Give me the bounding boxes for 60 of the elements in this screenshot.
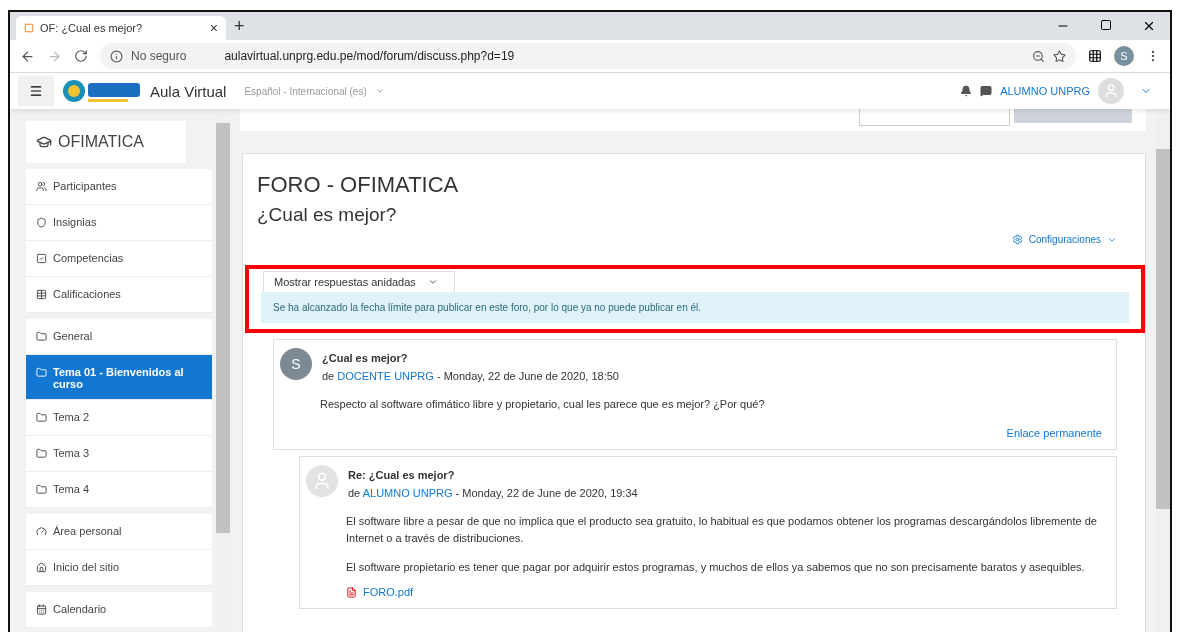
user-menu[interactable]: ALUMNO UNPRG (1000, 85, 1090, 97)
post-byline: de ALUMNO UNPRG - Monday, 22 de June de 2020, 19:34 (348, 487, 638, 500)
post-subject: ¿Cual es mejor? (322, 352, 408, 364)
settings-menu[interactable]: Configuraciones (1011, 234, 1117, 245)
tab-close-button[interactable]: × (209, 20, 218, 36)
reload-icon[interactable] (74, 49, 88, 63)
users-icon (36, 181, 47, 192)
menu-icon[interactable] (29, 84, 43, 98)
close-icon[interactable] (1142, 19, 1156, 33)
back-icon[interactable] (20, 48, 35, 64)
info-icon (110, 49, 123, 63)
user-icon (1103, 83, 1119, 99)
folder-icon (36, 484, 47, 495)
browser-tab[interactable]: OF: ¿Cual es mejor? × (16, 16, 226, 40)
sidebar-item[interactable]: Tema 01 - Bienvenidos al curso (26, 355, 212, 400)
post-text: El software libre a pesar de que no implica que el producto sea gratuito, lo habitual es que podamos obtener los programas descargándolos libremente de Internet o a través de distribuciones. (346, 514, 1098, 547)
checkbox-icon (36, 253, 47, 264)
attachment-link[interactable]: FORO.pdf (363, 586, 414, 599)
site-title: Aula Virtual (150, 82, 227, 100)
post-byline: de DOCENTE UNPRG - Monday, 22 de June de 2020, 18:50 (322, 370, 619, 382)
caret-icon (427, 277, 438, 287)
zoom-icon[interactable] (1032, 49, 1045, 63)
search-field[interactable] (859, 109, 1010, 126)
security-label: No seguro (131, 49, 187, 63)
shield-icon (36, 217, 47, 228)
user-icon (312, 471, 332, 492)
extension-icon[interactable] (1088, 49, 1102, 63)
favicon-icon (24, 23, 34, 33)
permalink[interactable]: Enlace permanente (1006, 427, 1102, 440)
calendar-icon (36, 604, 47, 615)
menu-button[interactable] (18, 76, 54, 106)
new-tab-button[interactable]: + (234, 15, 245, 37)
folder-icon (36, 367, 47, 378)
settings-icon (1011, 234, 1023, 245)
deadline-notice: Se ha alcanzado la fecha límite para publicar en este foro, por lo que ya no puede publicar en él. (261, 292, 1129, 323)
bookmark-star-icon[interactable] (1053, 49, 1066, 63)
forum-heading: FORO - OFIMATICA (257, 172, 460, 198)
restore-icon[interactable] (1100, 19, 1112, 31)
address-bar[interactable]: No seguro aulavirtual.unprg.edu.pe/mod/forum/discuss.php?d=19 (100, 43, 1076, 69)
url-text: aulavirtual.unprg.edu.pe/mod/forum/discuss.php?d=19 (224, 49, 515, 63)
gauge-icon (36, 526, 47, 537)
logo-icon (62, 78, 142, 104)
messages-icon[interactable] (980, 85, 993, 97)
folder-icon (36, 412, 47, 423)
post-text: El software propietario es tener que pagar por adquirir estos programas, y muchos de ellos ya sabemos que no son precisamente baratos y asequibles. (346, 560, 1086, 576)
graduation-cap-icon (36, 134, 52, 150)
author-link[interactable]: ALUMNO UNPRG (362, 487, 453, 500)
author-avatar: S (280, 348, 312, 380)
caret-icon (374, 86, 385, 96)
pdf-icon (346, 586, 357, 598)
author-link[interactable]: DOCENTE UNPRG (337, 370, 434, 382)
table-icon (36, 289, 47, 300)
post-subject: Re: ¿Cual es mejor? (348, 469, 455, 482)
post-text: Respecto al software ofimático libre y propietario, cual les parece que es mejor? ¿Por qué? (320, 397, 766, 412)
discussion-title: ¿Cual es mejor? (257, 204, 398, 226)
notification-icon[interactable] (960, 85, 973, 97)
folder-icon (36, 331, 47, 342)
home-icon (36, 562, 47, 573)
folder-icon (36, 448, 47, 459)
course-title[interactable]: OFIMATICA (26, 121, 186, 163)
